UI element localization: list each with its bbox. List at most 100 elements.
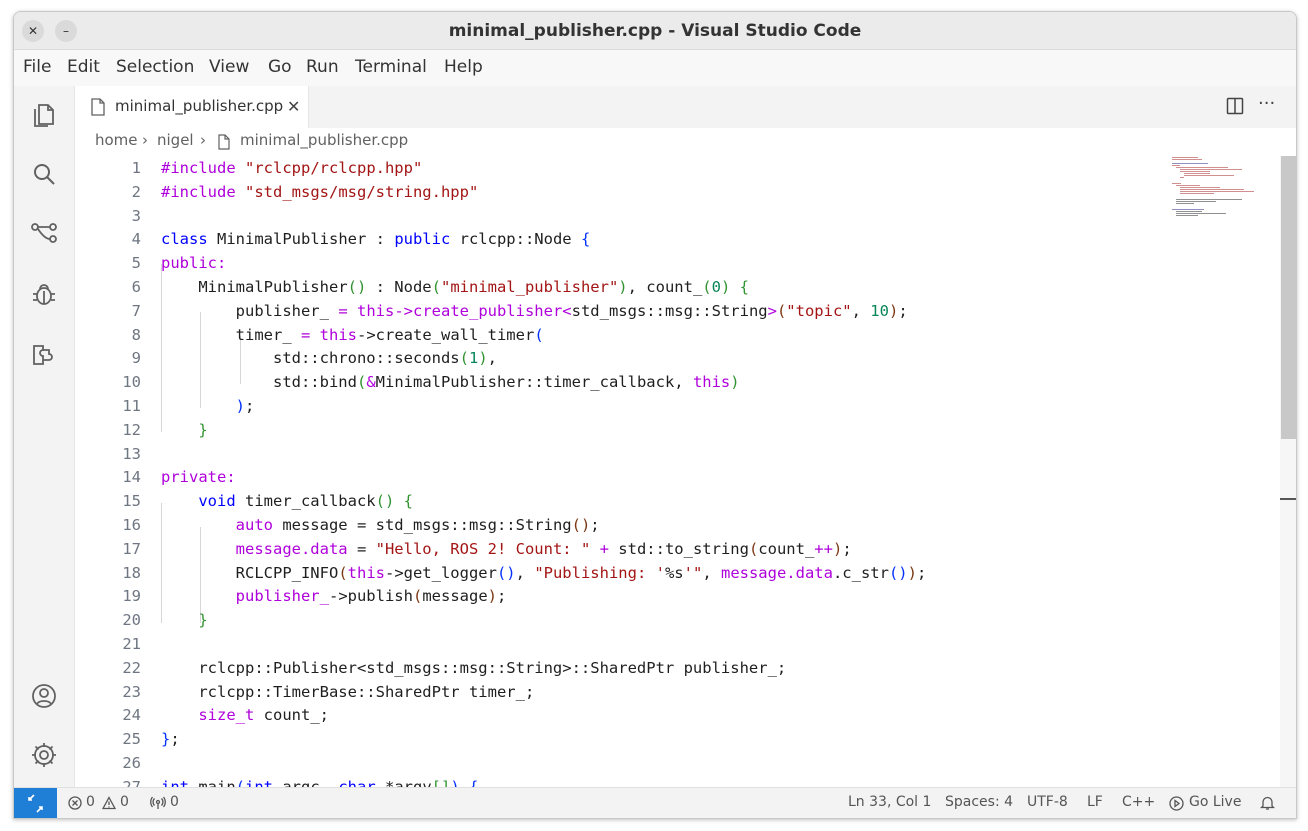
extensions-icon[interactable] — [30, 340, 58, 368]
more-actions-icon[interactable]: ··· — [1258, 93, 1275, 114]
code-line[interactable]: 14 private: — [75, 465, 1175, 489]
cursor-position[interactable]: Ln 33, Col 1 — [848, 794, 931, 810]
code-token: ; — [842, 539, 852, 558]
code-line[interactable]: 18 RCLCPP_INFO(this->get_logger(), "Publ… — [75, 561, 1175, 585]
code-line[interactable]: 9 std::chrono::seconds(1), — [75, 346, 1175, 370]
files-icon[interactable] — [30, 100, 58, 128]
code-line[interactable]: 8 timer_ = this->create_wall_timer( — [75, 323, 1175, 347]
line-number: 26 — [122, 754, 141, 772]
code-text: publisher_->publish(message); — [161, 584, 507, 608]
code-line[interactable]: 6 MinimalPublisher() : Node("minimal_pub… — [75, 275, 1175, 299]
menu-help[interactable]: Help — [444, 57, 483, 77]
code-token: ( — [748, 539, 759, 558]
manage-gear-icon[interactable] — [30, 741, 58, 769]
code-line[interactable]: 23 rclcpp::TimerBase::SharedPtr timer_; — [75, 680, 1175, 704]
breadcrumb-home[interactable]: home — [95, 131, 138, 149]
code-editor[interactable]: 1 #include "rclcpp/rclcpp.hpp" 2 #include "… — [75, 156, 1296, 787]
code-text: size_t count_; — [161, 703, 329, 727]
scrollbar-thumb[interactable] — [1281, 156, 1296, 439]
language-mode[interactable]: C++ — [1122, 794, 1155, 810]
warning-count[interactable]: 0 — [120, 794, 129, 810]
code-token: ; — [898, 301, 908, 320]
notifications-bell-icon[interactable] — [1260, 795, 1275, 811]
indentation-setting[interactable]: Spaces: 4 — [945, 794, 1013, 810]
code-line[interactable]: 1 #include "rclcpp/rclcpp.hpp" — [75, 156, 1175, 180]
encoding-setting[interactable]: UTF-8 — [1027, 794, 1068, 810]
split-editor-icon[interactable] — [1226, 97, 1244, 115]
ports-count[interactable]: 0 — [170, 794, 179, 810]
minimap-line — [1172, 159, 1202, 160]
code-token: rclcpp::TimerBase::SharedPtr timer_; — [161, 682, 535, 701]
code-line[interactable]: 21 — [75, 632, 1175, 656]
code-line[interactable]: 22 rclcpp::Publisher<std_msgs::msg::Stri… — [75, 656, 1175, 680]
code-line[interactable]: 2 #include "std_msgs/msg/string.hpp" — [75, 180, 1175, 204]
menu-selection[interactable]: Selection — [116, 57, 194, 77]
menu-go[interactable]: Go — [268, 57, 292, 77]
debug-icon[interactable] — [30, 280, 58, 308]
code-token: publisher_ — [235, 587, 329, 606]
code-line[interactable]: 7 publisher_ = this->create_publisher<st… — [75, 299, 1175, 323]
source-control-icon[interactable] — [30, 219, 58, 247]
close-tab-icon[interactable]: ✕ — [287, 97, 300, 116]
line-number: 16 — [122, 516, 141, 534]
menu-edit[interactable]: Edit — [67, 57, 100, 77]
code-line[interactable]: 13 — [75, 442, 1175, 466]
minimap-line — [1180, 193, 1214, 194]
error-icon — [68, 796, 82, 810]
menu-file[interactable]: File — [23, 57, 51, 77]
code-token: "std_msgs/msg/string.hpp" — [245, 182, 479, 201]
minimap-line — [1172, 163, 1208, 164]
code-line[interactable]: 26 — [75, 751, 1175, 775]
ports-broadcast-icon — [150, 796, 166, 809]
tab-minimal-publisher[interactable]: minimal_publisher.cpp ✕ — [75, 86, 309, 128]
menu-view[interactable]: View — [209, 57, 249, 77]
eol-setting[interactable]: LF — [1087, 794, 1103, 810]
code-line[interactable]: 17 message.data = "Hello, ROS 2! Count: … — [75, 537, 1175, 561]
minimap-line — [1172, 209, 1204, 210]
code-token: : Node — [366, 278, 432, 296]
line-number: 3 — [131, 206, 141, 225]
search-icon[interactable] — [30, 160, 58, 188]
minimap[interactable] — [1170, 156, 1280, 226]
code-text: rclcpp::TimerBase::SharedPtr timer_; — [161, 680, 534, 704]
code-line[interactable]: 11 ); — [75, 394, 1175, 418]
code-line[interactable]: 5 public: — [75, 251, 1175, 275]
code-line[interactable]: 10 std::bind(&MinimalPublisher::timer_ca… — [75, 370, 1175, 394]
activity-bar — [14, 86, 75, 787]
line-number: 20 — [122, 611, 141, 630]
remote-icon — [28, 794, 43, 813]
code-token: , — [487, 349, 497, 368]
code-line[interactable]: 19 publisher_->publish(message); — [75, 584, 1175, 608]
code-line[interactable]: 24 size_t count_; — [75, 703, 1175, 727]
code-token: ) — [832, 539, 843, 558]
code-token: count_ — [758, 539, 815, 558]
minimap-line — [1184, 175, 1234, 176]
code-line[interactable]: 12 } — [75, 418, 1175, 442]
minimap-line — [1176, 203, 1194, 204]
error-count[interactable]: 0 — [86, 794, 95, 810]
minimap-line — [1180, 187, 1220, 188]
code-token: ( — [356, 373, 367, 392]
breadcrumb-nigel[interactable]: nigel — [157, 131, 194, 149]
code-text: std::bind(&MinimalPublisher::timer_callb… — [161, 370, 740, 394]
menu-run[interactable]: Run — [306, 57, 339, 77]
code-line[interactable]: 16 auto message = std_msgs::msg::String(… — [75, 513, 1175, 537]
code-text: } — [161, 418, 207, 442]
code-line[interactable]: 15 void timer_callback() { — [75, 489, 1175, 513]
code-line[interactable]: 27 int main(int argc, char *argv[]) { — [75, 775, 1175, 787]
menu-terminal[interactable]: Terminal — [355, 57, 427, 77]
code-line[interactable]: 3 — [75, 204, 1175, 228]
code-token: { — [580, 230, 591, 249]
code-line[interactable]: 20 } — [75, 608, 1175, 632]
vertical-scrollbar[interactable] — [1280, 156, 1296, 787]
code-token: ) — [235, 397, 245, 415]
code-line[interactable]: 4 class MinimalPublisher : public rclcpp:… — [75, 227, 1175, 251]
remote-indicator-button[interactable] — [14, 788, 57, 818]
breadcrumb-file[interactable]: minimal_publisher.cpp — [240, 131, 408, 149]
code-line[interactable]: 25}; — [75, 727, 1175, 751]
go-live-button[interactable]: Go Live — [1189, 794, 1241, 810]
account-icon[interactable] — [30, 682, 58, 710]
code-text: public: — [161, 251, 226, 275]
